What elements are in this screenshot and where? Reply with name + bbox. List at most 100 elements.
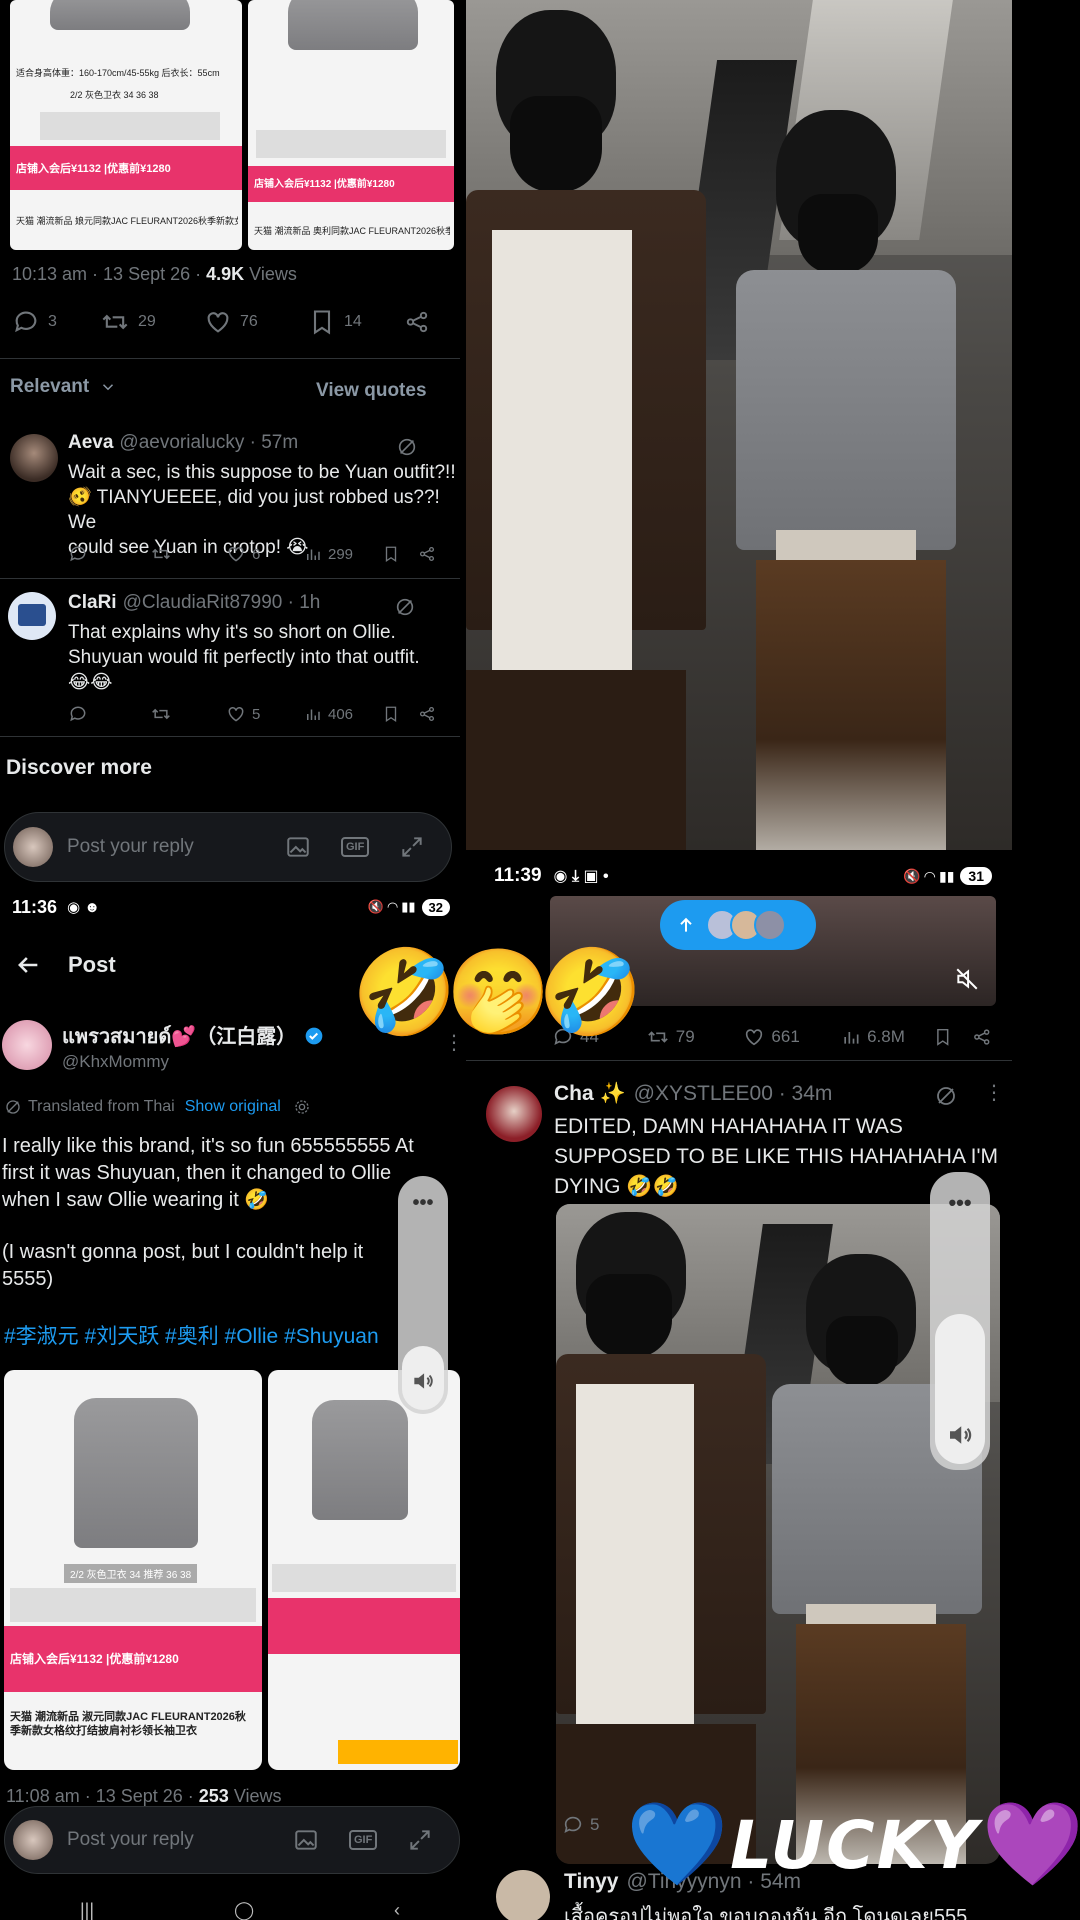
show-original-link[interactable]: Show original — [185, 1098, 281, 1116]
new-posts-pill[interactable] — [660, 900, 816, 950]
reply-input[interactable]: Post your reply — [67, 1829, 277, 1851]
volume-slider[interactable]: ••• — [398, 1176, 448, 1414]
share-icon[interactable] — [418, 545, 436, 563]
reply-clari[interactable]: ClaRi @ClaudiaRit87990 · 1h That explain… — [0, 584, 460, 734]
bookmark-button[interactable]: 14 — [308, 308, 404, 336]
reply-icon[interactable] — [68, 704, 88, 724]
reply-author-handle[interactable]: @XYSTLEE00 · 34m — [634, 1082, 833, 1106]
more-dots-icon: ••• — [948, 1190, 972, 1215]
reply-icon[interactable] — [562, 1814, 584, 1836]
bookmark-icon[interactable] — [933, 1027, 953, 1047]
post-text: I really like this brand, it's so fun 65… — [2, 1135, 414, 1290]
grok-icon[interactable] — [396, 436, 418, 458]
translate-icon — [6, 1100, 20, 1114]
status-bar-left: 11:36 ◉ ☻ 🔇 ◠ ▮▮ 32 — [0, 890, 460, 924]
avatar — [13, 827, 53, 867]
gif-icon[interactable]: GIF — [341, 837, 370, 857]
like-button[interactable]: 5 — [226, 704, 304, 724]
image-icon[interactable] — [293, 1827, 319, 1853]
expand-icon[interactable] — [399, 834, 425, 860]
expand-icon[interactable] — [407, 1827, 433, 1853]
bookmark-icon[interactable] — [382, 545, 400, 563]
gif-icon[interactable]: GIF — [349, 1830, 378, 1850]
heart-purple-icon: 💜 — [981, 1799, 1080, 1890]
analytics-icon — [307, 709, 320, 720]
reply-composer[interactable]: Post your reply GIF — [4, 1806, 460, 1874]
avatar[interactable] — [496, 1870, 550, 1920]
reply-author-handle[interactable]: @ClaudiaRit87990 · 1h — [123, 592, 321, 614]
lucky-text: LUCKY — [730, 1806, 980, 1884]
retweet-icon[interactable] — [150, 544, 172, 564]
product-image-1[interactable]: 适合身高体重：160-170cm/45-55kg 后衣长：55cm 2/2 灰色… — [10, 0, 242, 250]
heart-blue-icon: 💙 — [626, 1799, 729, 1890]
page-title: Post — [68, 952, 116, 977]
post-author-name[interactable]: แพรวสมายด์💕（江白露） — [62, 1020, 296, 1052]
reply-input[interactable]: Post your reply — [67, 836, 267, 858]
home-icon[interactable]: ◯ — [234, 1900, 254, 1920]
reply-aeva[interactable]: Aeva @aevorialucky · 57m Wait a sec, is … — [0, 426, 460, 576]
post-image-1[interactable]: 2/2 灰色卫衣 34 推荐 36 38 店铺入会后¥1132 |优惠前¥128… — [4, 1370, 262, 1770]
post-hashtags[interactable]: #李淑元 #刘天跃 #奥利 #Ollie #Shuyuan — [4, 1320, 379, 1350]
reply-cha[interactable]: Cha ✨ @XYSTLEE00 · 34m ⋮ EDITED, DAMN HA… — [466, 1066, 1012, 1864]
share-icon[interactable] — [972, 1027, 992, 1047]
views-button[interactable]: 6.8M — [841, 1027, 929, 1047]
views-button[interactable]: 406 — [304, 705, 382, 723]
more-options-icon[interactable]: ⋮ — [984, 1080, 1004, 1105]
gear-icon[interactable] — [293, 1098, 311, 1116]
reply-button[interactable]: 3 — [12, 308, 100, 336]
photo-right-top[interactable] — [466, 0, 1012, 850]
retweet-button[interactable]: 29 — [100, 308, 204, 336]
tweet-action-bar: 3 29 76 14 — [12, 308, 452, 336]
emoji-rofl: 🤣 — [538, 945, 643, 1039]
back-icon[interactable]: ‹ — [394, 1900, 400, 1920]
reply-action-bar: 5 — [562, 1814, 599, 1836]
recents-icon[interactable]: ||| — [80, 1900, 94, 1920]
battery-indicator: 31 — [960, 867, 992, 885]
reply-icon — [15, 311, 37, 333]
back-arrow-icon[interactable] — [14, 951, 42, 979]
heart-icon — [746, 1029, 763, 1046]
heart-icon — [207, 312, 229, 333]
reply-composer[interactable]: Post your reply GIF — [4, 812, 452, 882]
post-timestamp: 11:08 am · 13 Sept 26 · 253 Views — [6, 1786, 282, 1806]
volume-slider[interactable]: ••• — [930, 1172, 990, 1470]
reply-author-name[interactable]: Cha ✨ — [554, 1082, 626, 1106]
reply-action-bar: 5 406 — [68, 704, 448, 724]
share-icon[interactable] — [404, 309, 430, 335]
like-button[interactable]: 6 — [226, 544, 304, 564]
bookmark-icon[interactable] — [382, 705, 400, 723]
replies-sort-dropdown[interactable]: Relevant — [10, 376, 117, 398]
status-bar-right: 11:39 ◉ ⤓ ▣ • 🔇 ◠ ▮▮ 31 — [466, 858, 1006, 894]
image-icon[interactable] — [285, 834, 311, 860]
retweet-button[interactable]: 79 — [646, 1026, 744, 1048]
analytics-icon — [844, 1032, 859, 1044]
reply-author-name[interactable]: Tinyy — [564, 1870, 618, 1894]
analytics-icon — [307, 549, 320, 560]
avatar[interactable] — [10, 434, 58, 482]
reply-author-name[interactable]: ClaRi — [68, 592, 117, 614]
grok-icon[interactable] — [934, 1084, 958, 1108]
share-icon[interactable] — [418, 705, 436, 723]
lucky-sticker: 💙 LUCKY 💜 — [626, 1790, 1080, 1900]
reply-author-handle[interactable]: @aevorialucky · 57m — [119, 432, 298, 454]
post-image-2[interactable] — [268, 1370, 460, 1770]
mute-icon[interactable] — [954, 966, 980, 992]
avatar[interactable] — [486, 1086, 542, 1142]
reply-icon[interactable] — [68, 544, 88, 564]
avatar[interactable] — [2, 1020, 52, 1070]
post-author-handle[interactable]: @KhxMommy — [62, 1052, 169, 1072]
grok-icon[interactable] — [394, 596, 416, 618]
heart-icon — [228, 706, 244, 722]
verified-badge-icon — [305, 1027, 323, 1045]
reply-text: เสื้อครอปไม่พอใจ ขอบกองกัน อีก โดนดูเลย5… — [564, 1906, 968, 1920]
reply-author-name[interactable]: Aeva — [68, 432, 113, 454]
top-left-tweet: 适合身高体重：160-170cm/45-55kg 后衣长：55cm 2/2 灰色… — [0, 0, 470, 250]
avatar[interactable] — [8, 592, 56, 640]
like-button[interactable]: 76 — [204, 308, 308, 336]
divider — [466, 1060, 1012, 1061]
retweet-icon[interactable] — [150, 704, 172, 724]
view-quotes-link[interactable]: View quotes — [316, 380, 427, 402]
product-image-2[interactable]: 店铺入会后¥1132 |优惠前¥1280 天猫 潮流新品 奥利同款JAC FLE… — [248, 0, 454, 250]
like-button[interactable]: 661 — [743, 1026, 841, 1048]
views-button[interactable]: 299 — [304, 545, 382, 563]
